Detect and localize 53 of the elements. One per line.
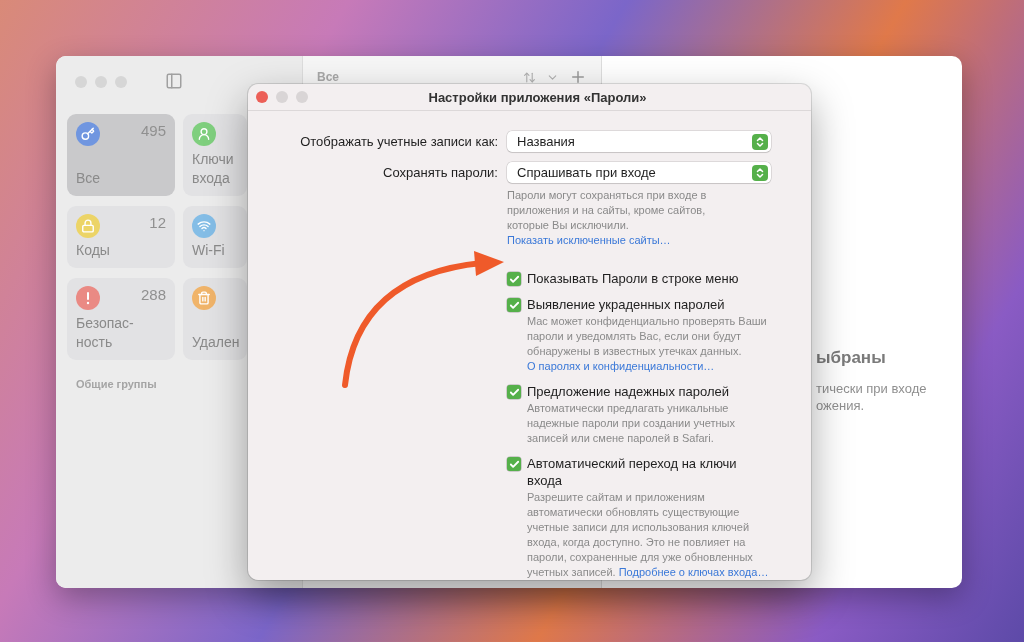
- wifi-icon: [197, 219, 211, 233]
- field-label: Сохранять пароли:: [382, 165, 498, 180]
- tile-label: Удален: [192, 333, 238, 352]
- checkbox[interactable]: [507, 272, 521, 286]
- detail-heading: ыбраны: [816, 348, 887, 368]
- sidebar-toggle-icon[interactable]: [165, 72, 183, 90]
- stepper-icon: [752, 133, 768, 150]
- tile-label: Все: [76, 169, 102, 188]
- option-description: Разрешите сайтам и приложениям автоматически обновлять существующие учетные записи для использования ключей входа, когда доступно. Это не повлияет на пароли, сохраненные для уже обновленных учетных записей. Подробнее о ключах входа…: [527, 490, 770, 580]
- minimize-button[interactable]: [276, 91, 288, 103]
- checkbox[interactable]: [507, 298, 521, 312]
- tile-count: 288: [140, 286, 166, 303]
- checkbox-label: Предложение надежных паролей: [527, 383, 731, 400]
- category-tile[interactable]: Удален: [183, 278, 247, 360]
- checkbox[interactable]: [507, 385, 521, 399]
- tile-label: Коды: [76, 241, 111, 260]
- zoom-button[interactable]: [296, 91, 308, 103]
- category-tile[interactable]: 12 Коды: [67, 206, 175, 268]
- category-tile[interactable]: 288 Безопас- ность: [67, 278, 175, 360]
- key-icon: [81, 127, 95, 141]
- dialog-title: Настройки приложения «Пароли»: [427, 89, 648, 105]
- tile-count: 12: [149, 214, 166, 231]
- tile-label: Безопас- ность: [76, 314, 135, 352]
- checkbox-label: Автоматический переход на ключи входа: [527, 455, 738, 489]
- tile-label: Ключи входа: [192, 150, 235, 188]
- list-title: Все: [317, 70, 340, 84]
- person-icon: [197, 127, 211, 141]
- sort-icon[interactable]: [523, 70, 536, 84]
- tile-count: 495: [140, 122, 166, 139]
- add-icon[interactable]: [569, 68, 587, 86]
- help-text: Пароли могут сохраняться при входе в приложения и на сайты, кроме сайтов, которые Вы исключили. Показать исключенные сайты…: [507, 188, 708, 248]
- link[interactable]: Показать исключенные сайты…: [507, 234, 671, 246]
- link[interactable]: Подробнее о ключах входа…: [618, 566, 769, 578]
- close-button[interactable]: [256, 91, 268, 103]
- popup-menu[interactable]: Названия: [507, 131, 771, 152]
- detail-text: ожения.: [816, 397, 866, 414]
- checkbox-label: Показывать Пароли в строке меню: [527, 270, 740, 287]
- link[interactable]: О паролях и конфиденциальности…: [527, 360, 715, 372]
- tile-label: Wi-Fi: [192, 241, 226, 260]
- popup-menu[interactable]: Спрашивать при входе: [507, 162, 771, 183]
- option-description: Автоматически предлагать уникальные надежные пароли при создании учетных записей или смене паролей в Safari.: [527, 401, 736, 446]
- checkbox-label: Выявление украденных паролей: [527, 296, 726, 313]
- category-tile[interactable]: 495 Все: [67, 114, 175, 196]
- category-tile[interactable]: Wi-Fi: [183, 206, 247, 268]
- detail-text: тически при входе: [816, 380, 928, 397]
- option-description: Mac может конфиденциально проверять Ваши пароли и уведомлять Вас, если они будут обнаружены в известных утечках данных. О паролях и конфиденциальности…: [527, 314, 768, 374]
- lock-icon: [81, 219, 95, 233]
- trash-icon: [197, 291, 211, 305]
- category-tile[interactable]: Ключи входа: [183, 114, 247, 196]
- section-label: Общие группы: [76, 378, 158, 390]
- stepper-icon: [752, 164, 768, 181]
- field-label: Отображать учетные записи как:: [299, 134, 498, 149]
- checkbox[interactable]: [507, 457, 521, 471]
